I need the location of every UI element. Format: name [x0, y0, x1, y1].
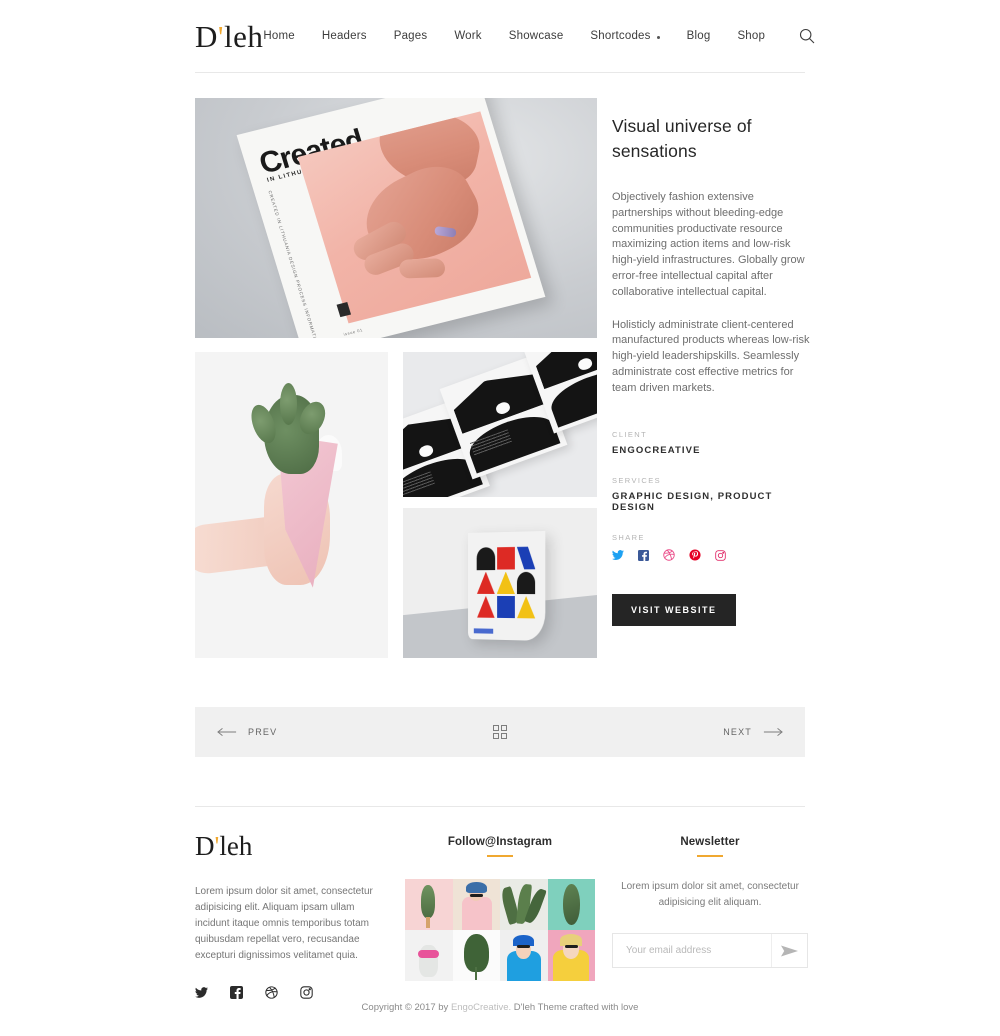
nav-item-work[interactable]: Work	[454, 30, 481, 42]
nav-item-showcase[interactable]: Showcase	[509, 30, 564, 42]
share-links	[612, 548, 812, 566]
copyright: Copyright © 2017 by EngoCreative. D'leh …	[0, 1002, 1000, 1013]
copyright-brand: EngoCreative.	[450, 1002, 512, 1013]
instagram-tile[interactable]	[500, 879, 548, 930]
newsletter-submit-button[interactable]	[771, 934, 807, 967]
site-header: D'leh Home Headers Pages Work Showcase S…	[195, 0, 815, 73]
nav-label: Shortcodes	[590, 30, 651, 42]
newsletter-text: Lorem ipsum dolor sit amet, consectetur …	[621, 881, 799, 908]
nav-label: Shop	[737, 30, 766, 42]
project-image-cactus[interactable]	[195, 352, 388, 658]
newsletter-form	[612, 933, 808, 968]
footer-divider	[195, 806, 805, 807]
instagram-tile[interactable]	[500, 930, 548, 981]
footer-logo[interactable]: D'leh	[195, 831, 385, 862]
share-dribbble-icon[interactable]	[663, 548, 675, 566]
copyright-suffix: D'leh Theme crafted with love	[511, 1002, 639, 1013]
nav-label: Showcase	[508, 30, 564, 42]
next-label: NEXT	[723, 727, 752, 737]
newsletter-heading: Newsletter	[680, 836, 740, 848]
instagram-tile[interactable]	[405, 879, 453, 930]
share-facebook-icon[interactable]	[638, 548, 649, 566]
search-icon[interactable]	[798, 27, 816, 45]
footer-about-text: Lorem ipsum dolor sit amet, consectetur …	[195, 886, 373, 961]
instagram-tile[interactable]	[547, 879, 595, 930]
nav-label: Pages	[393, 30, 428, 42]
project-details: Visual universe of sensations Objectivel…	[612, 114, 812, 626]
services-value: GRAPHIC DESIGN, PRODUCT DESIGN	[612, 490, 773, 513]
nav-item-shortcodes[interactable]: Shortcodes	[590, 30, 660, 42]
share-instagram-icon[interactable]	[715, 548, 726, 566]
prev-label: PREV	[248, 727, 278, 737]
send-icon	[781, 945, 798, 956]
arrow-left-icon	[217, 728, 237, 736]
footer-logo-leh: leh	[219, 831, 253, 861]
page-root: D'leh Home Headers Pages Work Showcase S…	[0, 0, 1000, 1036]
nav-label: Home	[263, 30, 295, 42]
nav-item-home[interactable]: Home	[263, 30, 294, 42]
nav-item-headers[interactable]: Headers	[322, 30, 367, 42]
instagram-tile[interactable]	[452, 930, 500, 981]
next-project-link[interactable]: NEXT	[723, 727, 783, 737]
instagram-tile[interactable]	[547, 930, 595, 981]
services-label: SERVICES	[612, 475, 661, 485]
site-logo[interactable]: D'leh	[195, 21, 263, 52]
project-pagination: PREV NEXT	[195, 707, 805, 757]
project-hero-image[interactable]: Created IN LITHUANIA CREATED IN LITHUANI…	[195, 98, 597, 338]
nav-item-shop[interactable]: Shop	[737, 30, 765, 42]
nav-item-pages[interactable]: Pages	[394, 30, 428, 42]
prev-project-link[interactable]: PREV	[217, 727, 277, 737]
footer-about: D'leh Lorem ipsum dolor sit amet, consec…	[195, 831, 385, 1004]
project-paragraph-1: Objectively fashion extensive partnershi…	[612, 191, 805, 298]
share-pinterest-icon[interactable]	[689, 548, 701, 566]
project-image-germany-poster[interactable]	[403, 508, 597, 658]
logo-leh: leh	[223, 18, 264, 54]
instagram-heading: Follow@Instagram	[447, 836, 553, 848]
chevron-down-icon	[656, 35, 660, 39]
instagram-tile[interactable]	[452, 879, 500, 930]
project-paragraph-2: Holisticly administrate client-centered …	[612, 318, 810, 394]
footer-logo-d: D	[195, 831, 215, 861]
client-label: CLIENT	[612, 429, 648, 439]
newsletter-email-input[interactable]	[613, 934, 771, 967]
project-image-posters[interactable]	[403, 352, 597, 497]
copyright-prefix: Copyright © 2017 by	[361, 1002, 451, 1013]
client-value: ENGOCREATIVE	[612, 444, 701, 456]
share-label: SHARE	[612, 532, 645, 542]
instagram-grid	[405, 879, 595, 981]
main-navigation: Home Headers Pages Work Showcase Shortco…	[263, 27, 816, 45]
instagram-heading-rule	[487, 855, 513, 857]
project-title: Visual universe of sensations	[612, 116, 752, 161]
arrow-right-icon	[763, 728, 783, 736]
nav-label: Work	[454, 30, 482, 42]
grid-icon[interactable]	[493, 725, 508, 739]
newsletter-heading-rule	[697, 855, 723, 857]
nav-label: Blog	[686, 30, 711, 42]
nav-item-blog[interactable]: Blog	[687, 30, 711, 42]
logo-d: D	[195, 18, 218, 54]
instagram-tile[interactable]	[405, 930, 453, 981]
nav-label: Headers	[321, 30, 367, 42]
footer-newsletter: Newsletter Lorem ipsum dolor sit amet, c…	[612, 836, 808, 968]
footer-instagram: Follow@Instagram	[405, 836, 595, 981]
share-twitter-icon[interactable]	[612, 548, 624, 566]
magazine-footnote: issue 01	[342, 327, 364, 337]
visit-website-button[interactable]: VISIT WEBSITE	[612, 593, 736, 626]
